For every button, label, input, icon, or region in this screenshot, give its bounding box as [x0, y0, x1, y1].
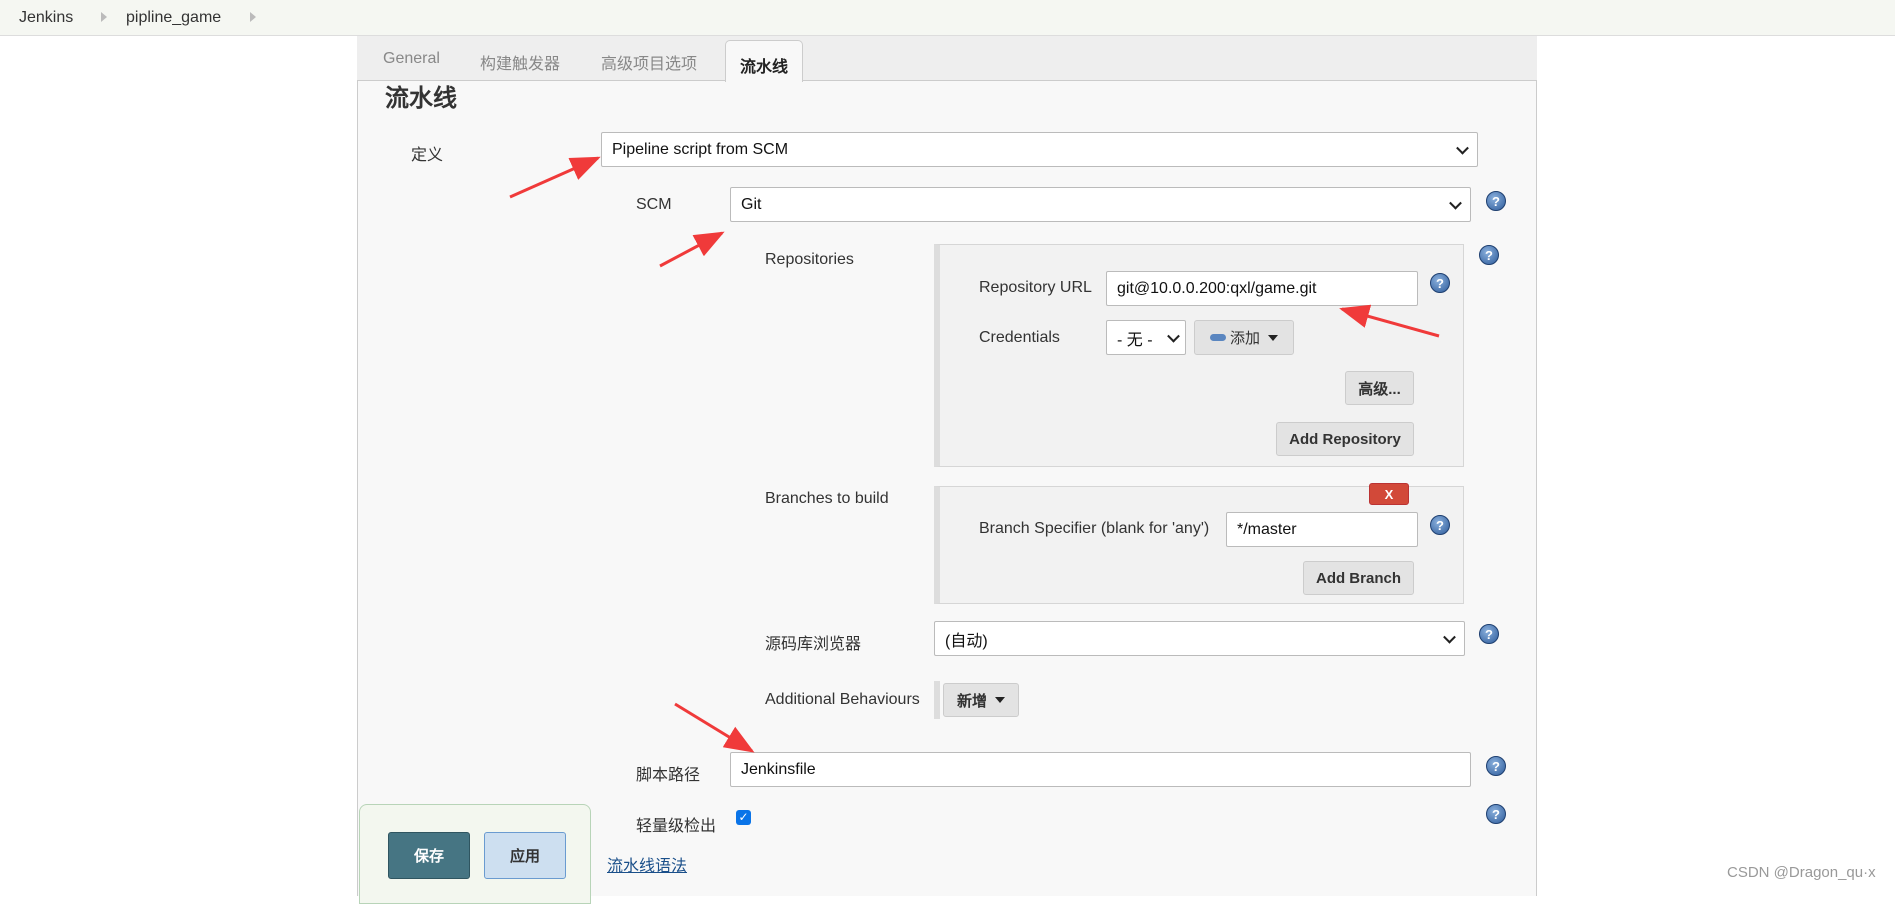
arrow-annotation: [1339, 304, 1440, 338]
arrow-annotation: [659, 231, 725, 268]
annotation-arrows: [509, 156, 1440, 753]
arrow-annotation: [509, 156, 601, 199]
arrow-annotation: [674, 702, 755, 753]
